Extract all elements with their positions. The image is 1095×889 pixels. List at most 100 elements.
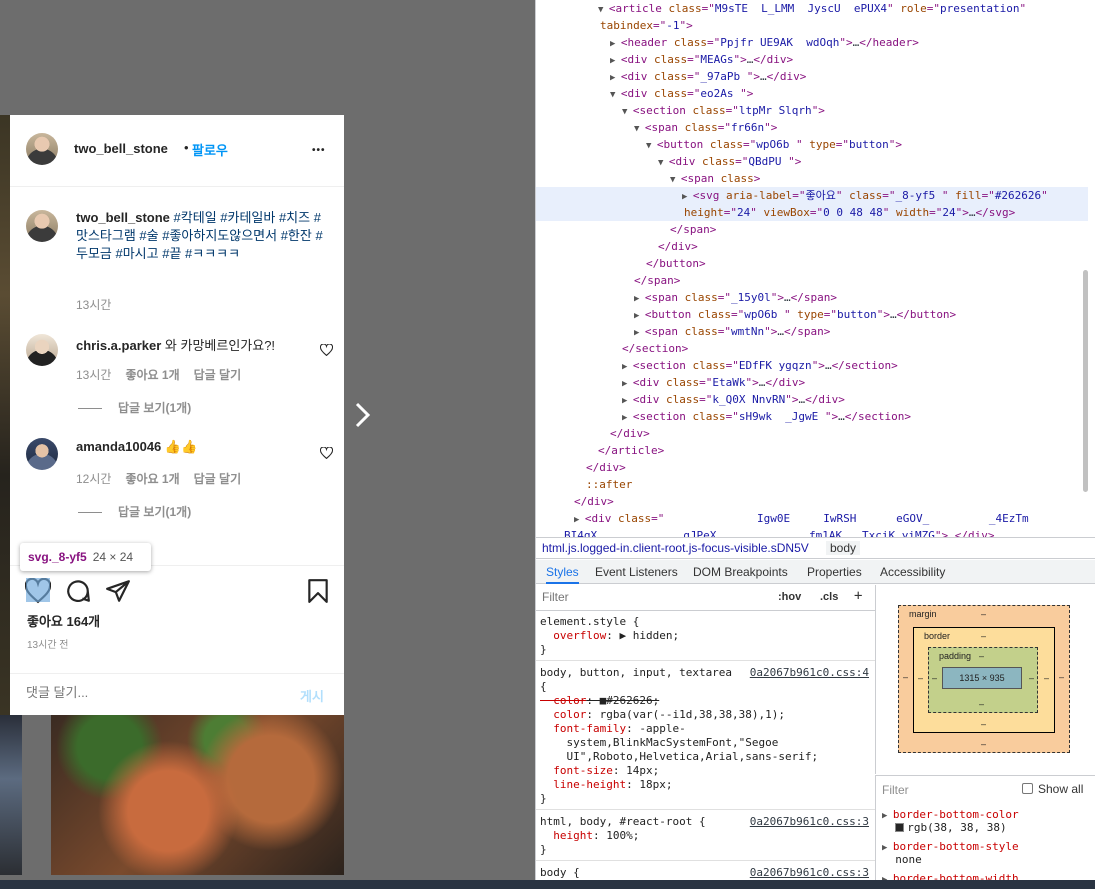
collapse-triangle-icon[interactable]: ▶ xyxy=(622,362,633,372)
next-post-chevron-icon[interactable] xyxy=(353,400,373,430)
style-rule[interactable]: element.style { overflow: ▶ hidden;} xyxy=(536,611,875,661)
expand-triangle-icon[interactable]: ▼ xyxy=(634,124,645,134)
tab-styles[interactable]: Styles xyxy=(546,565,579,584)
collapse-triangle-icon[interactable]: ▶ xyxy=(610,73,621,83)
dom-node-line[interactable]: </div> xyxy=(536,493,1088,510)
comment-username[interactable]: chris.a.parker xyxy=(76,338,161,353)
dom-node-line[interactable]: height="24" viewBox="0 0 48 48" width="2… xyxy=(536,204,1088,221)
breadcrumb-body[interactable]: body xyxy=(826,541,861,555)
dom-node-line[interactable]: tabindex="-1"> xyxy=(536,17,1088,34)
style-rule[interactable]: html, body, #react-root {0a2067b961c0.cs… xyxy=(536,811,875,861)
dom-node-line[interactable]: </div> xyxy=(536,238,1088,255)
reply-button[interactable]: 답글 달기 xyxy=(194,472,242,486)
comment-time: 13시간 xyxy=(76,368,112,382)
hov-toggle[interactable]: :hov xyxy=(778,591,801,603)
computed-prop[interactable]: ▶ border-bottom-style none xyxy=(882,840,1019,866)
tab-accessibility[interactable]: Accessibility xyxy=(880,565,945,579)
style-property[interactable]: height: 100%; xyxy=(540,829,639,842)
caption-username[interactable]: two_bell_stone xyxy=(76,210,170,225)
dom-node-line[interactable]: </span> xyxy=(536,221,1088,238)
cls-toggle[interactable]: .cls xyxy=(820,591,838,603)
comment-text: 👍👍 xyxy=(164,439,198,454)
expand-triangle-icon[interactable]: ▼ xyxy=(670,175,681,185)
avatar[interactable] xyxy=(26,438,58,470)
comment-likes[interactable]: 좋아요 1개 xyxy=(125,472,179,486)
dom-node-line[interactable]: </section> xyxy=(536,340,1088,357)
computed-prop[interactable]: ▶ border-bottom-color rgb(38, 38, 38) xyxy=(882,808,1019,834)
expand-triangle-icon[interactable]: ▼ xyxy=(622,107,633,117)
box-model: margin – – – – border – – – – padding – – – – 1315 ×… xyxy=(875,585,1095,774)
styles-filter-input[interactable] xyxy=(542,590,722,604)
dom-node-line[interactable]: BI4qX qJPeX fm1AK TxciK yiMZG">…</div> xyxy=(536,527,1088,537)
dom-node-line[interactable]: </div> xyxy=(536,425,1088,442)
style-property[interactable]: overflow: ▶ hidden; xyxy=(540,629,679,642)
expand-triangle-icon[interactable]: ▼ xyxy=(658,158,669,168)
comment-likes[interactable]: 좋아요 1개 xyxy=(125,368,179,382)
elements-scrollbar[interactable] xyxy=(1083,270,1088,492)
style-property[interactable]: color: rgba(var(--i1d,38,38,38),1); xyxy=(540,708,785,721)
color-swatch-icon[interactable] xyxy=(895,823,905,832)
dom-node-line[interactable]: </article> xyxy=(536,442,1088,459)
expand-triangle-icon[interactable]: ▼ xyxy=(610,90,621,100)
collapse-triangle-icon[interactable]: ▶ xyxy=(622,379,633,389)
dom-node-line[interactable]: </div> xyxy=(536,459,1088,476)
avatar[interactable] xyxy=(26,334,58,366)
collapse-triangle-icon[interactable]: ▶ xyxy=(574,515,585,525)
view-replies-button[interactable]: 답글 보기(1개) xyxy=(78,503,191,520)
box-model-content[interactable]: 1315 × 935 xyxy=(942,667,1022,689)
tab-properties[interactable]: Properties xyxy=(807,565,862,579)
style-property[interactable]: UI",Roboto,Helvetica,Arial,sans-serif; xyxy=(540,750,818,763)
post-username[interactable]: two_bell_stone xyxy=(74,141,168,156)
avatar[interactable] xyxy=(26,133,58,165)
rule-source-link[interactable]: 0a2067b961c0.css:3 xyxy=(750,866,869,879)
collapse-triangle-icon[interactable]: ▶ xyxy=(634,294,645,304)
collapse-triangle-icon[interactable]: ▶ xyxy=(634,328,645,338)
comment-like-heart-icon[interactable] xyxy=(320,344,333,356)
style-property[interactable]: system,BlinkMacSystemFont,"Segoe xyxy=(540,736,778,749)
tab-event-listeners[interactable]: Event Listeners xyxy=(595,565,678,579)
feed-photo-thumbnail[interactable] xyxy=(0,715,22,875)
style-property[interactable]: color: ■#262626; xyxy=(540,694,659,707)
likes-count[interactable]: 좋아요 164개 xyxy=(27,611,100,630)
avatar[interactable] xyxy=(26,210,58,242)
collapse-triangle-icon[interactable]: ▶ xyxy=(682,192,693,202)
comment-icon[interactable] xyxy=(65,578,91,604)
collapse-triangle-icon[interactable]: ▶ xyxy=(622,413,633,423)
dom-node-line[interactable]: ::after xyxy=(536,476,1088,493)
style-property[interactable]: line-height: 18px; xyxy=(540,778,672,791)
view-replies-button[interactable]: 답글 보기(1개) xyxy=(78,399,191,416)
collapse-triangle-icon[interactable]: ▶ xyxy=(610,56,621,66)
rule-source-link[interactable]: 0a2067b961c0.css:3 xyxy=(750,815,869,828)
bookmark-icon[interactable] xyxy=(305,578,331,604)
share-icon[interactable] xyxy=(105,578,131,604)
follow-button[interactable]: 팔로우 xyxy=(192,140,228,159)
breadcrumb-html[interactable]: html.js.logged-in.client-root.js-focus-v… xyxy=(542,541,809,555)
comment-like-heart-icon[interactable] xyxy=(320,447,333,459)
show-all-checkbox[interactable]: Show all xyxy=(1022,782,1083,796)
expand-triangle-icon[interactable]: ▼ xyxy=(646,141,657,151)
dom-node-line[interactable]: </button> xyxy=(536,255,1088,272)
comment-input[interactable] xyxy=(26,685,276,700)
style-rule[interactable]: body, button, input, textarea 0a2067b961c… xyxy=(536,662,875,810)
feed-photo-food[interactable] xyxy=(51,715,344,875)
collapse-triangle-icon[interactable]: ▶ xyxy=(610,39,621,49)
dom-node-line[interactable]: </span> xyxy=(536,272,1088,289)
reply-button[interactable]: 답글 달기 xyxy=(194,368,242,382)
collapse-triangle-icon[interactable]: ▶ xyxy=(634,311,645,321)
style-property[interactable]: font-family: -apple- xyxy=(540,722,685,735)
style-property[interactable]: font-size: 14px; xyxy=(540,764,659,777)
tab-dom-breakpoints[interactable]: DOM Breakpoints xyxy=(693,565,788,579)
comment-username[interactable]: amanda10046 xyxy=(76,439,161,454)
comment-time: 12시간 xyxy=(76,472,112,486)
collapse-triangle-icon[interactable]: ▶ xyxy=(622,396,633,406)
screen: two_bell_stone • 팔로우 ••• two_bell_stone … xyxy=(0,0,1095,889)
post-header: two_bell_stone • 팔로우 ••• xyxy=(10,115,344,187)
computed-filter-input[interactable]: Filter xyxy=(882,783,909,797)
styles-filter-row: :hov .cls + xyxy=(536,585,875,611)
new-rule-button[interactable]: + xyxy=(854,588,862,604)
rule-source-link[interactable]: 0a2067b961c0.css:4 xyxy=(750,666,869,679)
inspect-highlight-overlay xyxy=(26,578,50,602)
post-comment-button[interactable]: 게시 xyxy=(300,686,324,705)
expand-triangle-icon[interactable]: ▼ xyxy=(598,5,609,15)
more-options-icon[interactable]: ••• xyxy=(312,146,326,156)
